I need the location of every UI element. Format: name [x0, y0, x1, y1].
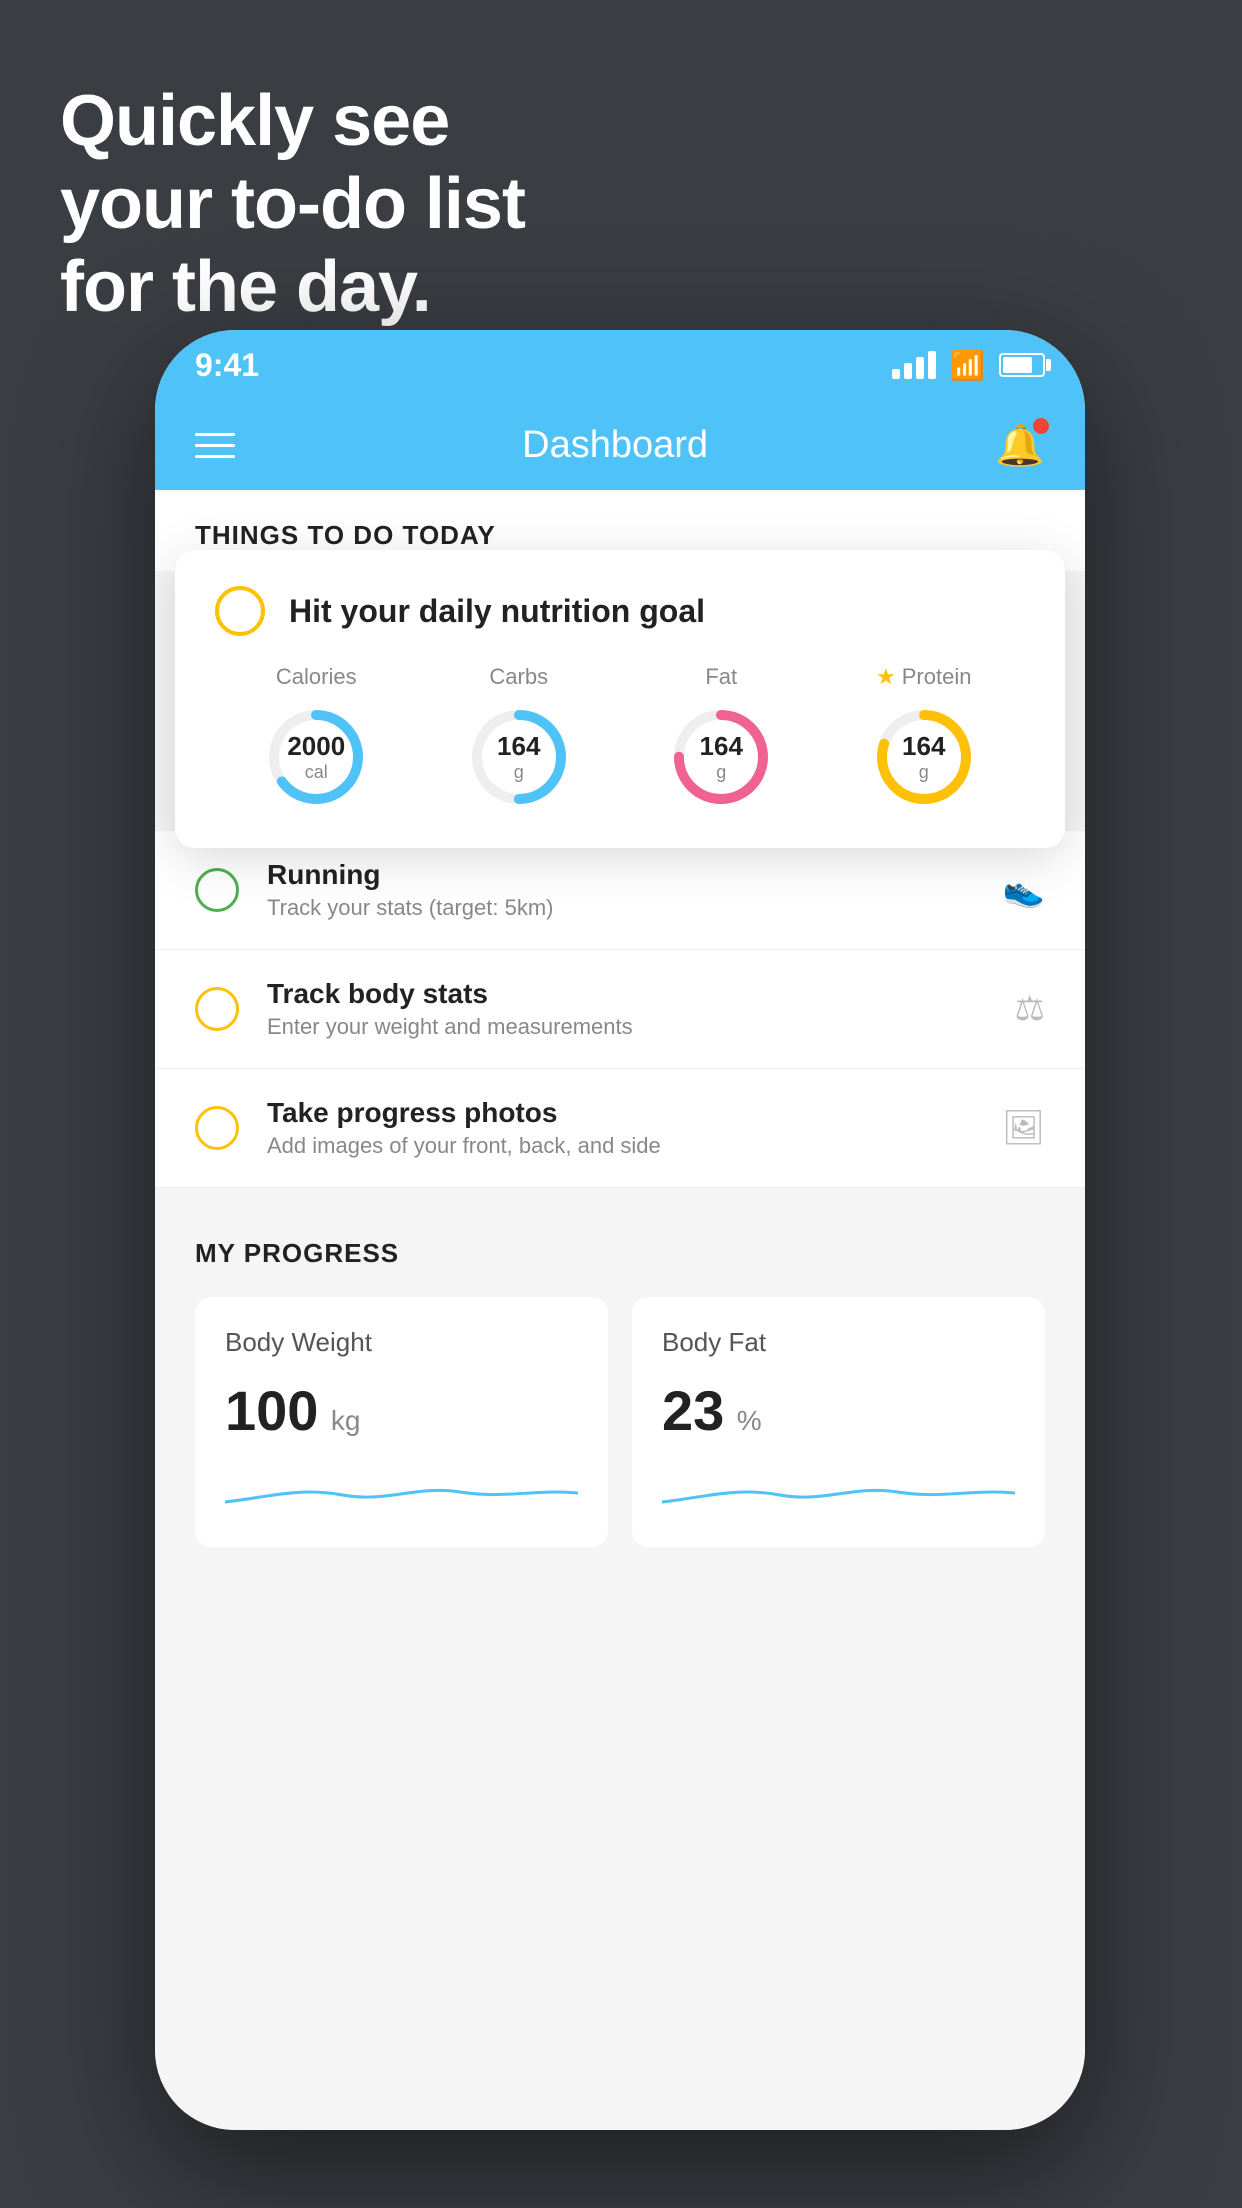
progress-cards: Body Weight 100 kg Body Fat 23 %: [195, 1297, 1045, 1547]
todo-circle[interactable]: [195, 987, 239, 1031]
progress-unit: %: [737, 1405, 762, 1436]
status-icons: 📶: [892, 349, 1045, 382]
hero-line-1: Quickly see: [60, 80, 525, 163]
battery-icon: [999, 353, 1045, 377]
ring-item-calories: Calories 2000 cal: [261, 664, 371, 812]
todo-icon: ⚖: [1015, 989, 1045, 1029]
ring-item-fat: Fat 164 g: [666, 664, 776, 812]
todo-icon: 🖼: [1002, 1108, 1045, 1148]
todo-list: RunningTrack your stats (target: 5km) 👟 Tr…: [155, 831, 1085, 1188]
things-section-title: THINGS TO DO TODAY: [195, 520, 1045, 551]
notification-button[interactable]: 🔔: [995, 422, 1045, 469]
nutrition-title: Hit your daily nutrition goal: [289, 593, 705, 630]
nutrition-rings: Calories 2000 cal Carbs 164 g Fat: [215, 664, 1025, 812]
status-bar: 9:41 📶: [155, 330, 1085, 400]
ring-item-protein: ★Protein 164 g: [869, 664, 979, 812]
nav-title: Dashboard: [522, 424, 708, 467]
signal-icon: [892, 351, 936, 379]
nutrition-header: Hit your daily nutrition goal: [215, 586, 1025, 636]
content-area: THINGS TO DO TODAY Hit your daily nutrit…: [155, 490, 1085, 2130]
todo-circle[interactable]: [195, 868, 239, 912]
progress-card[interactable]: Body Fat 23 %: [632, 1297, 1045, 1547]
todo-text: Track body statsEnter your weight and me…: [267, 978, 987, 1040]
progress-card[interactable]: Body Weight 100 kg: [195, 1297, 608, 1547]
nutrition-check-circle[interactable]: [215, 586, 265, 636]
progress-section: MY PROGRESS Body Weight 100 kg Body Fat …: [155, 1188, 1085, 1577]
hero-line-2: your to-do list: [60, 163, 525, 246]
progress-value: 100: [225, 1379, 318, 1442]
progress-unit: kg: [331, 1405, 361, 1436]
ring-item-carbs: Carbs 164 g: [464, 664, 574, 812]
todo-circle[interactable]: [195, 1106, 239, 1150]
chart-line: [662, 1467, 1015, 1517]
nutrition-card: Hit your daily nutrition goal Calories 2…: [175, 550, 1065, 848]
hero-line-3: for the day.: [60, 246, 525, 329]
todo-item[interactable]: RunningTrack your stats (target: 5km) 👟: [155, 831, 1085, 950]
todo-item[interactable]: Track body statsEnter your weight and me…: [155, 950, 1085, 1069]
notification-badge: [1033, 418, 1049, 434]
menu-button[interactable]: [195, 433, 235, 458]
nav-bar: Dashboard 🔔: [155, 400, 1085, 490]
status-time: 9:41: [195, 347, 259, 384]
todo-icon: 👟: [1003, 870, 1045, 910]
progress-card-title: Body Fat: [662, 1327, 1015, 1358]
wifi-icon: 📶: [950, 349, 985, 382]
progress-value: 23: [662, 1379, 724, 1442]
phone-mockup: 9:41 📶 Dashboard 🔔 THINGS TO DO TODAY: [155, 330, 1085, 2130]
progress-card-title: Body Weight: [225, 1327, 578, 1358]
progress-title: MY PROGRESS: [195, 1238, 1045, 1269]
chart-line: [225, 1467, 578, 1517]
hero-text: Quickly see your to-do list for the day.: [60, 80, 525, 328]
todo-text: RunningTrack your stats (target: 5km): [267, 859, 975, 921]
todo-text: Take progress photosAdd images of your f…: [267, 1097, 974, 1159]
todo-item[interactable]: Take progress photosAdd images of your f…: [155, 1069, 1085, 1188]
